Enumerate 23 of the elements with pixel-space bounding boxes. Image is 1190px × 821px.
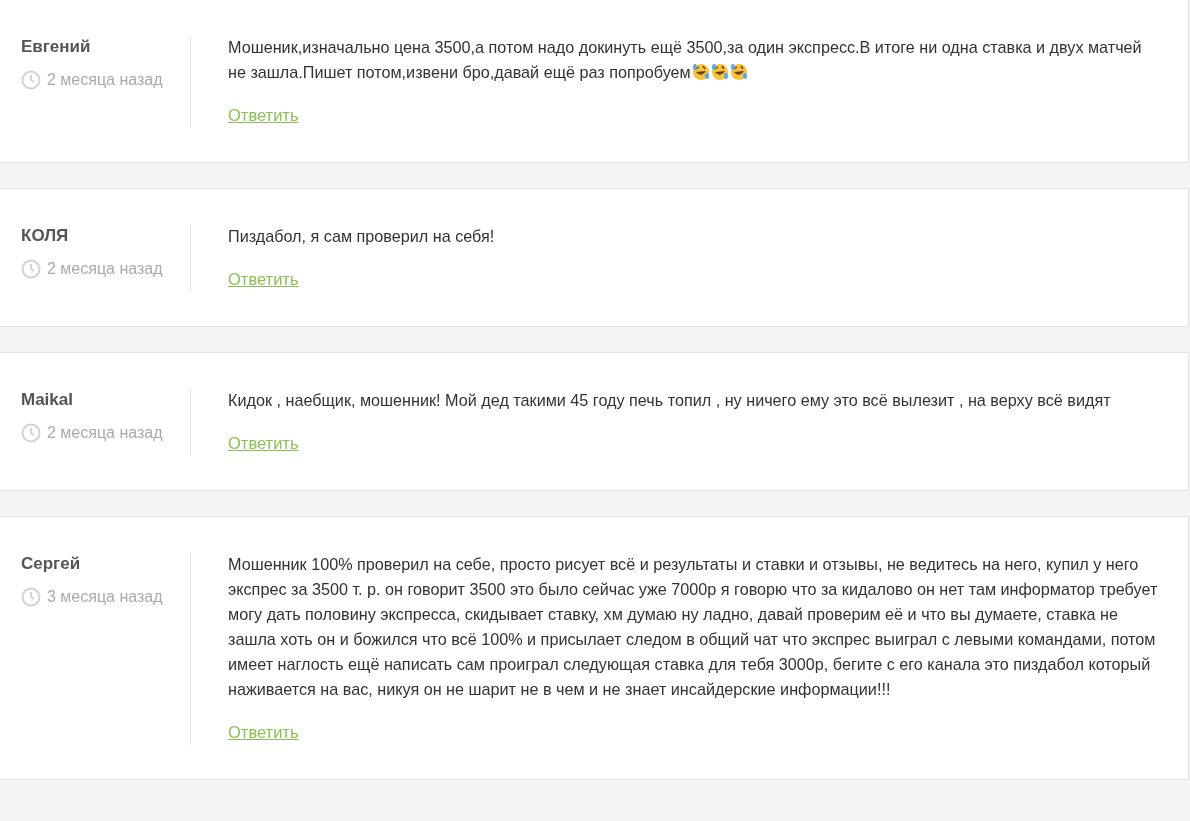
reply-link[interactable]: Ответить (228, 431, 299, 456)
laughing-emoji-icon (710, 63, 729, 81)
author-name: Евгений (21, 36, 91, 58)
comment-text: Кидок , наебщик, мошенник! Мой дед такими 45 году печь топил , ну ничего ему это всё вылезит , на верху всё видят (228, 390, 1112, 411)
reply-link[interactable]: Ответить (228, 267, 299, 292)
clock-icon (21, 587, 41, 607)
clock-icon (21, 423, 41, 443)
laughing-emoji-icon (691, 63, 710, 81)
clock-icon (21, 259, 41, 279)
comment-time: 2 месяца назад (47, 259, 163, 279)
comment-text: Мошеник,изначально цена 3500,а потом надо докинуть ещё 3500,за один экспресс.В итоге ни одна ставка и двух матчей не зашла.Пишет потом,извени бро,давай ещё раз попробуем (228, 37, 1143, 83)
clock-icon (21, 70, 41, 90)
reply-link[interactable]: Ответить (228, 720, 299, 745)
comment-time: 2 месяца назад (47, 70, 163, 90)
comment-time: 2 месяца назад (47, 423, 163, 443)
author-name: Maikal (21, 389, 73, 411)
comment-text: Пиздабол, я сам проверил на себя! (228, 226, 496, 247)
laughing-emoji-icon (729, 63, 748, 81)
reply-link[interactable]: Ответить (228, 103, 299, 128)
author-name: Сергей (21, 553, 81, 575)
author-name: КОЛЯ (21, 225, 69, 247)
comment-text: Мошенник 100% проверил на себе, просто рисует всё и результаты и ставки и отзывы, не ведитесь на него, купил у него экспрес за 3500 т. р. он говорит 3500 это было сейчас уже 7000р я говорю что за кидалово он нет там информатор требует могу дать половину экспресса, скидывает ставку, хм думаю ну ладно, давай проверим её и что вы думаете, ставка не зашла хоть он и божился что всё 100% и присылает следом в общий чат что экспрес выиграл с левыми командами, потом имеет наглость ещё написать сам проиграл следующая ставка для тебя 3000р, бегите с его канала это пиздабол который наживается на вас, никуя он не шарит не в чем и не знает инсайдерские информации!!! (228, 554, 1159, 700)
comment-time: 3 месяца назад (47, 587, 163, 607)
